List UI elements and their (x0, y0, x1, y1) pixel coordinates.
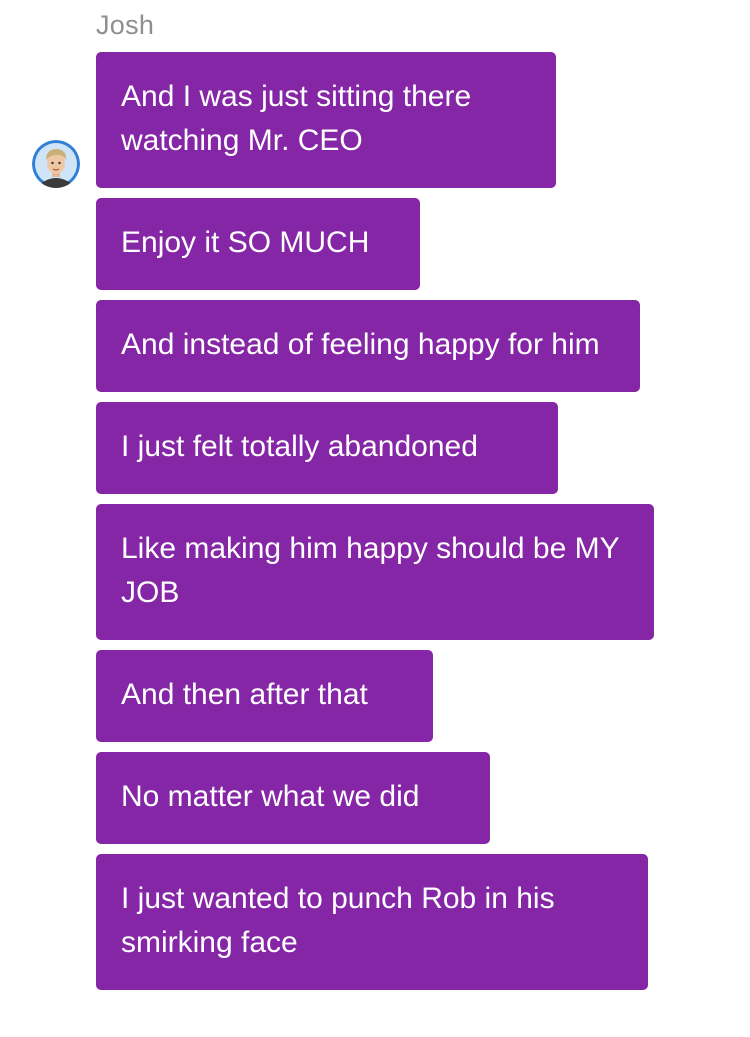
message-list: And I was just sitting there watching Mr… (96, 52, 736, 1000)
sender-name: Josh (96, 10, 155, 40)
chat-thread: Josh And I was just sitting there watchi… (0, 0, 750, 1037)
message-bubble[interactable]: And instead of feeling happy for him (96, 300, 640, 392)
message-bubble[interactable]: Enjoy it SO MUCH (96, 198, 420, 290)
message-bubble[interactable]: Like making him happy should be MY JOB (96, 504, 654, 640)
message-bubble[interactable]: No matter what we did (96, 752, 490, 844)
message-bubble[interactable]: I just felt totally abandoned (96, 402, 558, 494)
message-bubble[interactable]: And I was just sitting there watching Mr… (96, 52, 556, 188)
message-bubble[interactable]: And then after that (96, 650, 433, 742)
message-bubble[interactable]: I just wanted to punch Rob in his smirki… (96, 854, 648, 990)
user-avatar-icon[interactable] (32, 140, 80, 188)
